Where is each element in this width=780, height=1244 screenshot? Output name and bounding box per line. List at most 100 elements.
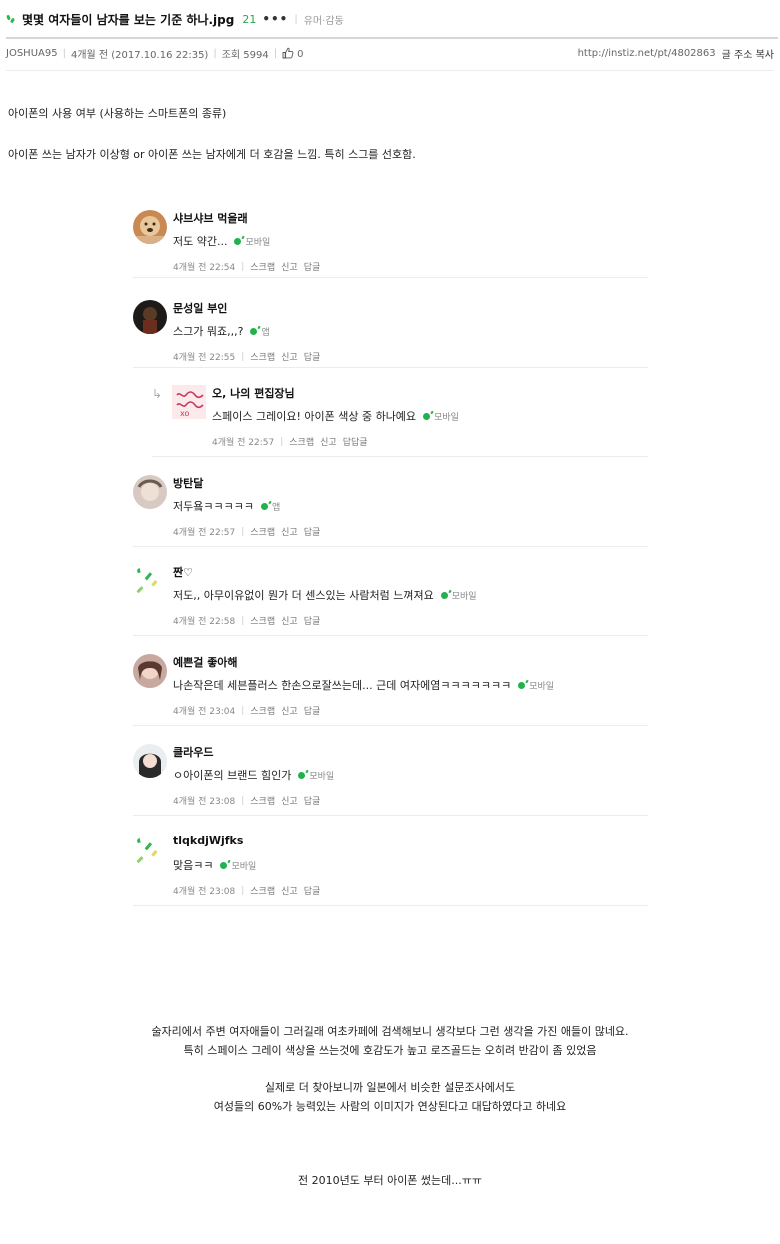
divider: | xyxy=(280,436,284,447)
comment-time: 4개월 전 23:08 xyxy=(173,797,236,807)
report-link[interactable]: 신고 xyxy=(281,614,298,627)
reply-link[interactable]: 답글 xyxy=(304,525,321,538)
post-time: 4개월 전 (2017.10.16 22:35) xyxy=(70,49,209,61)
comment-item: 짠♡ 저도,, 아무이유없이 뭔가 더 센스있는 사람처럼 느껴져요 모바일 4… xyxy=(133,564,648,636)
device-badge: 모바일 xyxy=(423,410,459,423)
comment-time: 4개월 전 22:58 xyxy=(173,617,236,627)
comment-meta: 4개월 전 22:55 | 스크랩 신고 답글 xyxy=(173,350,326,364)
thumbs-up-icon xyxy=(282,47,294,58)
comment-author[interactable]: 짠♡ xyxy=(173,564,193,580)
report-link[interactable]: 신고 xyxy=(281,350,298,363)
comment-text: ㅇ아이폰의 브랜드 힘인가 모바일 xyxy=(173,767,334,783)
reply-link[interactable]: 답글 xyxy=(304,614,321,627)
like-button[interactable]: 0 xyxy=(282,47,304,60)
report-link[interactable]: 신고 xyxy=(281,704,298,717)
report-link[interactable]: 신고 xyxy=(281,884,298,897)
svg-text:xo: xo xyxy=(180,409,189,418)
comment-body: 스그가 뭐죠,,,? xyxy=(173,325,244,338)
device-label: 모바일 xyxy=(245,237,271,248)
comment-author[interactable]: 샤브샤브 먹을래 xyxy=(173,210,248,226)
avatar[interactable] xyxy=(133,834,167,868)
comment-item: 방탄달 저두욬ㅋㅋㅋㅋㅋ 앱 4개월 전 22:57 | 스크랩 신고 답글 xyxy=(133,475,648,547)
avatar[interactable] xyxy=(133,744,167,778)
comment-count[interactable]: 21 xyxy=(242,13,256,26)
device-icon xyxy=(298,771,306,779)
title-divider xyxy=(6,37,778,39)
device-icon xyxy=(518,681,526,689)
reply-link[interactable]: 답글 xyxy=(304,794,321,807)
comment-text: 저두욬ㅋㅋㅋㅋㅋ 앱 xyxy=(173,498,280,514)
reply-arrow-icon: ↳ xyxy=(152,387,163,401)
reply-comment-item: ↳ xo 오, 나의 편집장님 스페이스 그레이요! 아이폰 색상 중 하나예요… xyxy=(152,385,648,457)
avatar[interactable] xyxy=(133,210,167,244)
divider: | xyxy=(241,526,245,537)
comment-text: 맞음ㅋㅋ 모바일 xyxy=(173,857,256,873)
device-label: 모바일 xyxy=(529,681,555,692)
report-link[interactable]: 신고 xyxy=(281,794,298,807)
comment-author[interactable]: 클라우드 xyxy=(173,744,213,760)
tail-text-line: 전 2010년도 부터 아이폰 썼는데...ㅠㅠ xyxy=(297,1174,483,1187)
reply-link[interactable]: 답글 xyxy=(304,260,321,273)
scrap-link[interactable]: 스크랩 xyxy=(289,435,314,448)
reply-link[interactable]: 답답글 xyxy=(343,435,368,448)
avatar[interactable] xyxy=(133,654,167,688)
meta-divider xyxy=(6,70,774,71)
scrap-link[interactable]: 스크랩 xyxy=(250,614,275,627)
comment-author[interactable]: tlqkdjWjfks xyxy=(173,834,243,847)
device-label: 앱 xyxy=(261,327,270,338)
comment-body: 저두욬ㅋㅋㅋㅋㅋ xyxy=(173,500,254,513)
device-label: 모바일 xyxy=(231,861,257,872)
avatar[interactable]: xo xyxy=(172,385,206,419)
reply-link[interactable]: 답글 xyxy=(304,884,321,897)
scrap-link[interactable]: 스크랩 xyxy=(250,350,275,363)
device-badge: 앱 xyxy=(260,500,280,513)
post-title-bar: 몇몇 여자들이 남자를 보는 기준 하나.jpg 21 ••• | 유머·감동 xyxy=(6,8,774,30)
device-icon xyxy=(250,327,258,335)
scrap-link[interactable]: 스크랩 xyxy=(250,884,275,897)
comment-author[interactable]: 오, 나의 편집장님 xyxy=(212,385,295,401)
device-badge: 모바일 xyxy=(440,589,477,602)
copy-url-button[interactable]: 글 주소 복사 xyxy=(722,46,774,61)
comment-author[interactable]: 방탄달 xyxy=(173,475,203,491)
category-link[interactable]: 유머·감동 xyxy=(304,12,344,27)
divider: | xyxy=(241,261,245,272)
device-icon xyxy=(440,591,448,599)
post-author[interactable]: JOSHUA95 xyxy=(6,48,58,59)
scrap-link[interactable]: 스크랩 xyxy=(250,260,275,273)
scrap-link[interactable]: 스크랩 xyxy=(250,794,275,807)
post-meta: JOSHUA95 | 4개월 전 (2017.10.16 22:35) | 조회… xyxy=(6,44,774,62)
divider: | xyxy=(294,13,298,25)
url-area: http://instiz.net/pt/4802863 글 주소 복사 xyxy=(578,46,774,61)
comment-text: 스그가 뭐죠,,,? 앱 xyxy=(173,323,270,339)
divider: | xyxy=(241,705,245,716)
avatar[interactable] xyxy=(133,564,167,598)
report-link[interactable]: 신고 xyxy=(281,260,298,273)
comment-body: 저도,, 아무이유없이 뭔가 더 센스있는 사람처럼 느껴져요 xyxy=(173,589,434,602)
device-badge: 모바일 xyxy=(220,859,256,872)
comment-author[interactable]: 예쁜걸 좋아해 xyxy=(173,654,238,670)
device-badge: 모바일 xyxy=(518,679,554,692)
comment-time: 4개월 전 22:55 xyxy=(173,353,236,363)
post-title[interactable]: 몇몇 여자들이 남자를 보는 기준 하나.jpg xyxy=(22,11,234,28)
comment-meta: 4개월 전 23:08 | 스크랩 신고 답글 xyxy=(173,794,326,808)
like-count: 0 xyxy=(297,48,304,60)
comment-body: 스페이스 그레이요! 아이폰 색상 중 하나예요 xyxy=(212,410,417,423)
reply-link[interactable]: 답글 xyxy=(304,704,321,717)
scrap-link[interactable]: 스크랩 xyxy=(250,525,275,538)
sprout-icon xyxy=(6,14,16,24)
post-url[interactable]: http://instiz.net/pt/4802863 xyxy=(578,48,716,59)
device-icon xyxy=(260,502,268,510)
report-link[interactable]: 신고 xyxy=(281,525,298,538)
comment-time: 4개월 전 23:08 xyxy=(173,887,236,897)
reply-link[interactable]: 답글 xyxy=(304,350,321,363)
more-options-icon[interactable]: ••• xyxy=(262,12,288,26)
avatar[interactable] xyxy=(133,300,167,334)
tail-text-line: 실제로 더 찾아보니까 일본에서 비슷한 설문조사에서도 xyxy=(264,1081,516,1094)
comment-meta: 4개월 전 22:57 | 스크랩 신고 답글 xyxy=(173,525,326,539)
comment-author[interactable]: 문성일 부인 xyxy=(173,300,227,316)
avatar[interactable] xyxy=(133,475,167,509)
comment-time: 4개월 전 22:57 xyxy=(173,528,236,538)
report-link[interactable]: 신고 xyxy=(320,435,337,448)
comment-meta: 4개월 전 22:54 | 스크랩 신고 답글 xyxy=(173,260,326,274)
scrap-link[interactable]: 스크랩 xyxy=(250,704,275,717)
